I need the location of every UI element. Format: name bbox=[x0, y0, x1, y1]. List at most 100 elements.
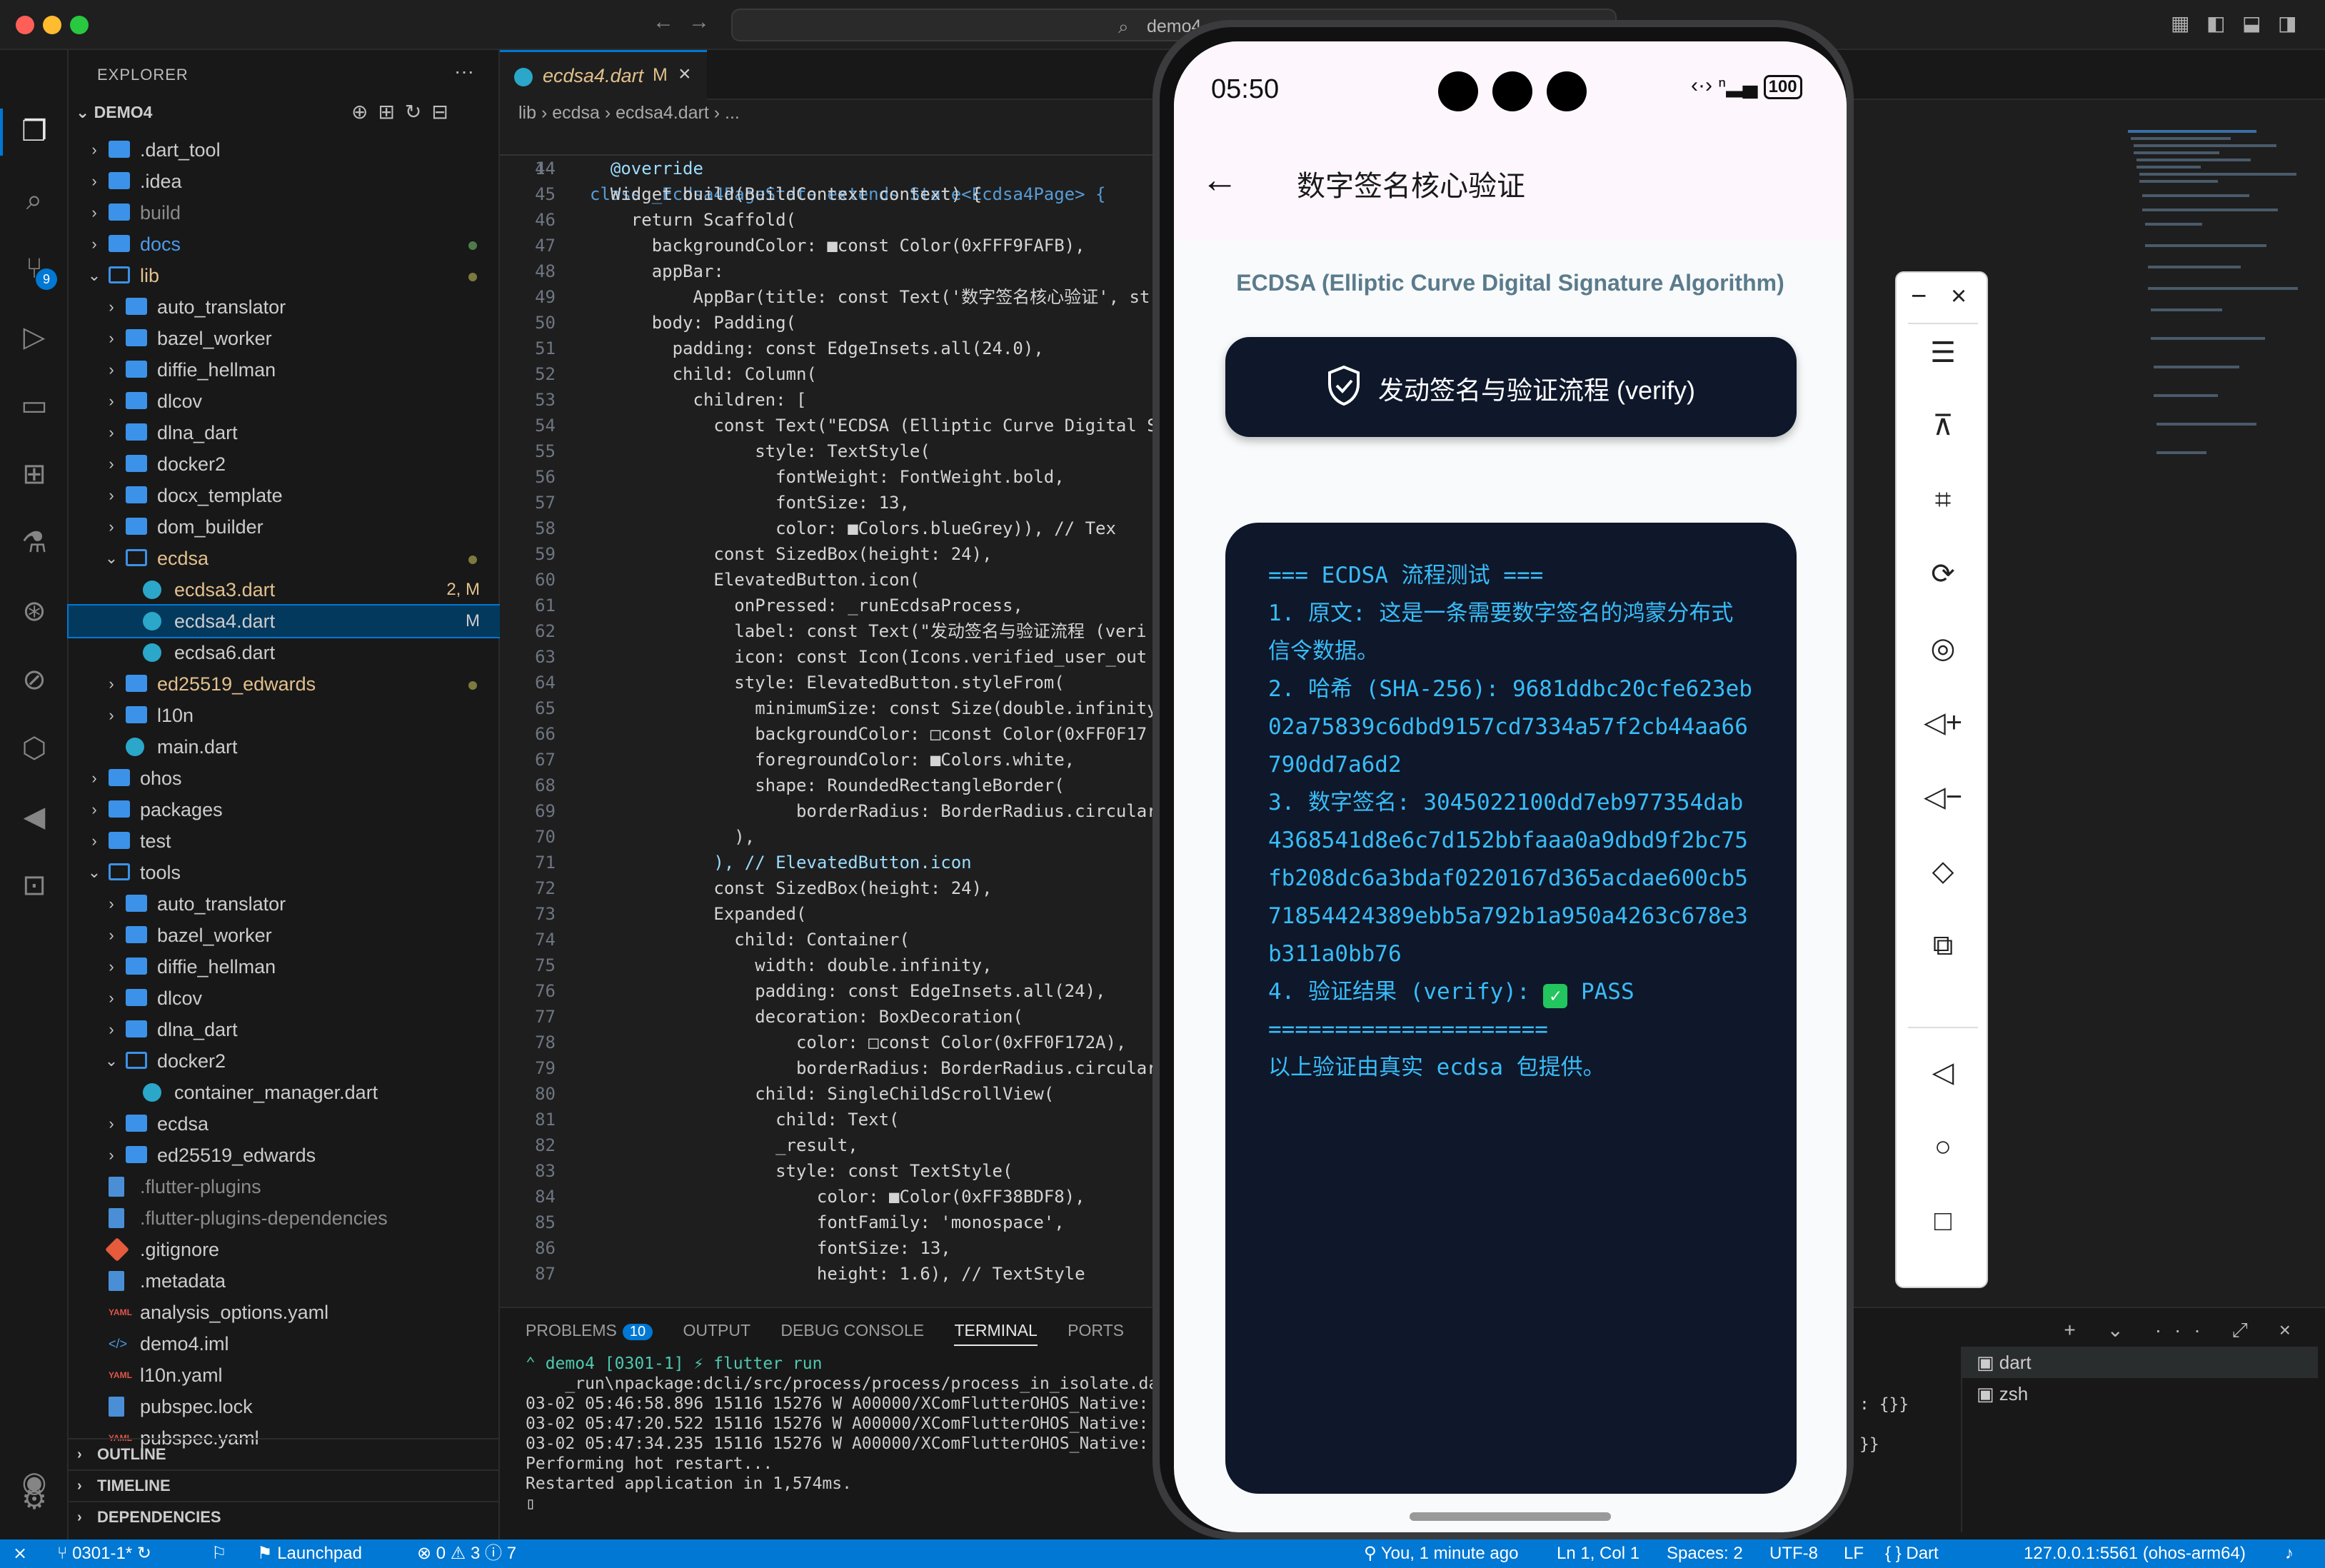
chevron-right-icon[interactable]: › bbox=[103, 511, 120, 543]
remote-indicator[interactable]: ⨯ bbox=[13, 1539, 27, 1568]
file-item[interactable]: pubspec.lock bbox=[69, 1391, 500, 1422]
folder-item[interactable]: › diffie_hellman bbox=[69, 354, 500, 386]
panel-toolbar[interactable]: + ⌄ ··· ⤢ × bbox=[2064, 1318, 2304, 1342]
close-emulator-button[interactable]: × bbox=[1951, 281, 1967, 312]
tab-output[interactable]: OUTPUT bbox=[683, 1321, 750, 1340]
chevron-down-icon[interactable]: ⌄ bbox=[86, 260, 103, 291]
code-line[interactable]: 49 AppBar(title: const Text('数字签名核心验证', … bbox=[500, 284, 1157, 310]
rotate-device-icon[interactable]: ◇ bbox=[1897, 850, 1989, 893]
tab-problems[interactable]: PROBLEMS 10 bbox=[526, 1321, 653, 1340]
folder-item[interactable]: › .idea bbox=[69, 166, 500, 197]
code-line[interactable]: 65 minimumSize: const Size(double.infini… bbox=[500, 695, 1158, 721]
result-box[interactable]: === ECDSA 流程测试 === 1. 原文: 这是一条需要数字签名的鸿蒙分布… bbox=[1225, 523, 1797, 1494]
close-window-button[interactable] bbox=[16, 16, 34, 34]
code-line[interactable]: 83 style: const TextStyle( bbox=[500, 1158, 1157, 1184]
folder-item[interactable]: › packages bbox=[69, 794, 500, 825]
code-line[interactable]: 81 child: Text( bbox=[500, 1107, 1157, 1132]
rotate-icon[interactable]: ⟳ bbox=[1897, 553, 1989, 595]
nav-recents-icon[interactable]: □ bbox=[1897, 1200, 1989, 1242]
folder-item[interactable]: ⌄ ecdsa bbox=[69, 543, 500, 574]
toggle-panel-icon[interactable]: ⬓ bbox=[2242, 11, 2261, 35]
terminal-item-dart[interactable]: ▣ dart bbox=[1962, 1347, 2318, 1378]
sync-icon[interactable]: ⚐ bbox=[211, 1539, 227, 1568]
code-line[interactable]: 63 icon: const Icon(Icons.verified_user_… bbox=[500, 644, 1157, 670]
folder-item[interactable]: › l10n bbox=[69, 700, 500, 731]
code-line[interactable]: 48 appBar: bbox=[500, 258, 1157, 284]
notifications-icon[interactable]: ♪ bbox=[2285, 1539, 2294, 1568]
code-line[interactable]: 73 Expanded( bbox=[500, 901, 1157, 927]
folder-item[interactable]: › dlcov bbox=[69, 386, 500, 417]
chevron-right-icon[interactable]: › bbox=[103, 1014, 120, 1045]
code-line[interactable]: 59 const SizedBox(height: 24), bbox=[500, 541, 1157, 567]
chevron-right-icon[interactable]: › bbox=[103, 354, 120, 386]
folder-item[interactable]: › build bbox=[69, 197, 500, 228]
git-blame[interactable]: ⚲ You, 1 minute ago bbox=[1364, 1539, 1518, 1568]
folder-item[interactable]: › dlna_dart bbox=[69, 1014, 500, 1045]
code-line[interactable]: 57 fontSize: 13, bbox=[500, 490, 1157, 516]
extensions-icon[interactable]: ⊞ bbox=[16, 456, 53, 493]
chevron-right-icon[interactable]: › bbox=[103, 982, 120, 1014]
chevron-right-icon[interactable]: › bbox=[103, 888, 120, 920]
code-line[interactable]: 69 borderRadius: BorderRadius.circular bbox=[500, 798, 1158, 824]
file-item[interactable]: ecdsa6.dart bbox=[69, 637, 500, 668]
file-item[interactable]: .flutter-plugins-dependencies bbox=[69, 1202, 500, 1234]
chevron-down-icon[interactable]: ⌄ bbox=[103, 1045, 120, 1077]
chevron-right-icon[interactable]: › bbox=[86, 763, 103, 794]
chevron-right-icon[interactable]: › bbox=[103, 386, 120, 417]
nav-forward-button[interactable]: → bbox=[688, 10, 710, 34]
minimize-emulator-button[interactable]: − bbox=[1911, 281, 1927, 312]
encoding[interactable]: UTF-8 bbox=[1769, 1539, 1818, 1568]
code-line[interactable]: 54 const Text("ECDSA (Elliptic Curve Dig… bbox=[500, 413, 1158, 438]
section-timeline[interactable]: › TIMELINE bbox=[69, 1469, 500, 1499]
code-line[interactable]: 80 child: SingleChildScrollView( bbox=[500, 1081, 1157, 1107]
chevron-right-icon[interactable]: › bbox=[103, 291, 120, 323]
chevron-right-icon[interactable]: › bbox=[103, 668, 120, 700]
chevron-right-icon[interactable]: › bbox=[86, 794, 103, 825]
search-icon[interactable]: ⌕ bbox=[16, 181, 53, 218]
code-line[interactable]: 86 fontSize: 13, bbox=[500, 1235, 1157, 1261]
pin-top-icon[interactable]: ⊼ bbox=[1897, 404, 1989, 447]
nav-back-button[interactable]: ← bbox=[653, 10, 674, 34]
nav-back-icon[interactable]: ◁ bbox=[1897, 1051, 1989, 1094]
testing-icon[interactable]: ⚗ bbox=[16, 524, 53, 561]
toggle-secondary-sidebar-icon[interactable]: ◨ bbox=[2278, 11, 2296, 35]
code-line[interactable]: 84 color: ■Color(0xFF38BDF8), bbox=[500, 1184, 1157, 1210]
code-line[interactable]: 71 ), // ElevatedButton.icon bbox=[500, 850, 1157, 875]
folder-item[interactable]: ⌄ lib bbox=[69, 260, 500, 291]
file-item[interactable]: .metadata bbox=[69, 1265, 500, 1297]
code-line[interactable]: 68 shape: RoundedRectangleBorder( bbox=[500, 773, 1157, 798]
code-line[interactable]: 87 height: 1.6), // TextStyle bbox=[500, 1261, 1157, 1287]
indentation[interactable]: Spaces: 2 bbox=[1667, 1539, 1743, 1568]
chevron-right-icon[interactable]: › bbox=[103, 700, 120, 731]
code-line[interactable]: 76 padding: const EdgeInsets.all(24), bbox=[500, 978, 1157, 1004]
folder-item[interactable]: › ed25519_edwards bbox=[69, 668, 500, 700]
code-line[interactable]: 78 color: □const Color(0xFF0F172A), bbox=[500, 1030, 1157, 1055]
code-line[interactable]: 64 style: ElevatedButton.styleFrom( bbox=[500, 670, 1157, 695]
folder-item[interactable]: › diffie_hellman bbox=[69, 951, 500, 982]
chevron-right-icon[interactable]: › bbox=[103, 480, 120, 511]
code-line[interactable]: 60 ElevatedButton.icon( bbox=[500, 567, 1157, 593]
code-line[interactable]: 58 color: ■Colors.blueGrey)), // Tex bbox=[500, 516, 1157, 541]
code-line[interactable]: 72 const SizedBox(height: 24), bbox=[500, 875, 1157, 901]
flutter-icon[interactable]: ◀ bbox=[16, 798, 53, 835]
zoom-window-button[interactable] bbox=[70, 16, 89, 34]
file-item[interactable]: container_manager.dart bbox=[69, 1077, 500, 1108]
chevron-right-icon[interactable]: › bbox=[103, 1140, 120, 1171]
folder-item[interactable]: › dlna_dart bbox=[69, 417, 500, 448]
code-line[interactable]: 82 _result, bbox=[500, 1132, 1157, 1158]
tab-ecdsa4-dart[interactable]: ecdsa4.dart M × bbox=[500, 50, 707, 100]
code-line[interactable]: 55 style: TextStyle( bbox=[500, 438, 1157, 464]
terminal-item-zsh[interactable]: ▣ zsh bbox=[1962, 1378, 2318, 1409]
containers-icon[interactable]: ⬡ bbox=[16, 730, 53, 767]
folder-item[interactable]: › ed25519_edwards bbox=[69, 1140, 500, 1171]
code-line[interactable]: 85 fontFamily: 'monospace', bbox=[500, 1210, 1157, 1235]
line-ending[interactable]: LF bbox=[1844, 1539, 1864, 1568]
code-line[interactable]: 51 padding: const EdgeInsets.all(24.0), bbox=[500, 336, 1157, 361]
device-selector[interactable]: 127.0.0.1:5561 (ohos-arm64) bbox=[2024, 1539, 2246, 1568]
screenshot-icon[interactable]: ◎ bbox=[1897, 627, 1989, 670]
folder-item[interactable]: › .dart_tool bbox=[69, 134, 500, 166]
file-item[interactable]: ecdsa3.dart 2, M bbox=[69, 574, 500, 605]
chevron-right-icon[interactable]: › bbox=[86, 197, 103, 228]
git-lens-icon[interactable]: ⊘ bbox=[16, 661, 53, 698]
file-item[interactable]: main.dart bbox=[69, 731, 500, 763]
